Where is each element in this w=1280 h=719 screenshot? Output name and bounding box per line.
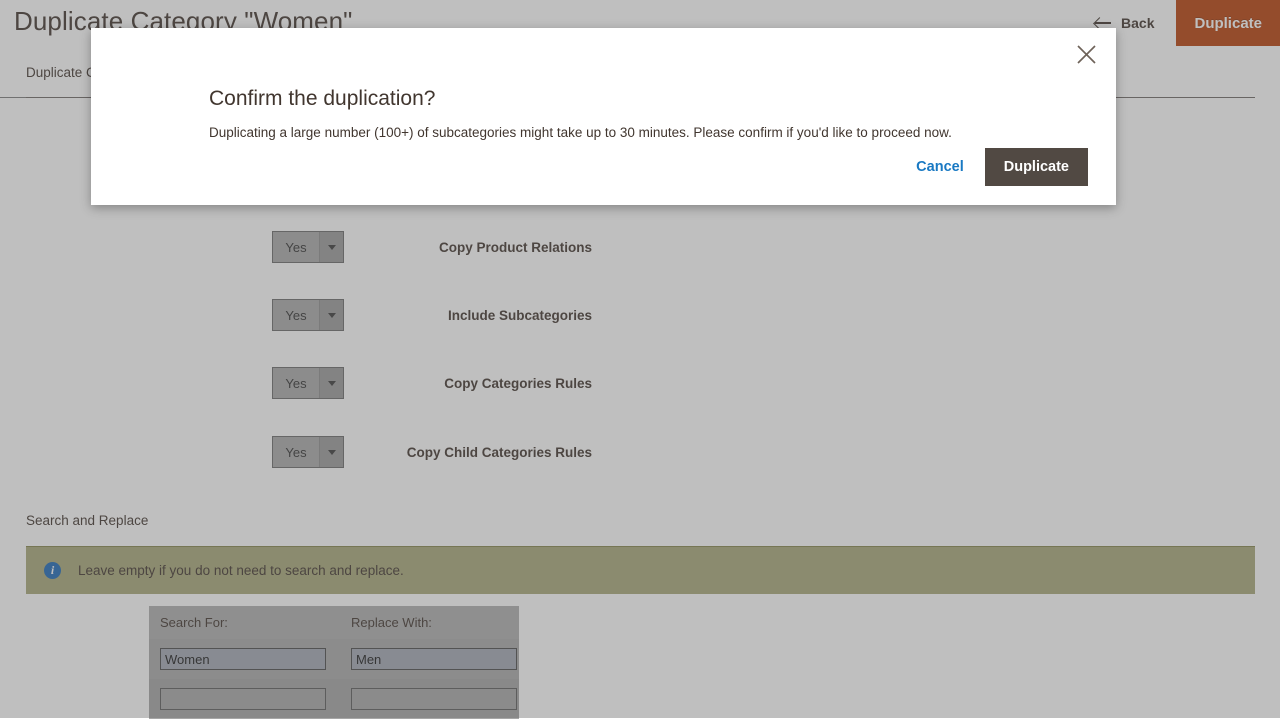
chevron-down-icon bbox=[319, 437, 343, 467]
cancel-button[interactable]: Cancel bbox=[916, 159, 964, 175]
field-control-copy-child-categories-rules: Yes bbox=[272, 436, 344, 468]
modal-title: Confirm the duplication? bbox=[209, 87, 435, 111]
chevron-down-icon bbox=[319, 368, 343, 398]
select-value-copy-product-relations: Yes bbox=[273, 232, 319, 262]
table-row bbox=[149, 679, 519, 719]
chevron-down-icon bbox=[319, 232, 343, 262]
search-for-input-1[interactable] bbox=[160, 648, 326, 670]
confirm-duplicate-button[interactable]: Duplicate bbox=[985, 148, 1088, 186]
column-header-replace-with: Replace With: bbox=[341, 615, 519, 630]
field-row-include-subcategories: Include Subcategories Yes bbox=[0, 299, 592, 331]
field-row-copy-product-relations: Copy Product Relations Yes bbox=[0, 231, 592, 263]
duplicate-button[interactable]: Duplicate bbox=[1176, 0, 1280, 46]
select-value-copy-categories-rules: Yes bbox=[273, 368, 319, 398]
tab-duplicate-category[interactable]: Duplicate C bbox=[26, 65, 96, 80]
field-control-copy-product-relations: Yes bbox=[272, 231, 344, 263]
header-actions: Back Duplicate bbox=[1095, 0, 1280, 46]
search-and-replace-title: Search and Replace bbox=[26, 513, 148, 528]
select-value-include-subcategories: Yes bbox=[273, 300, 319, 330]
search-replace-notice: i Leave empty if you do not need to sear… bbox=[26, 546, 1255, 594]
select-include-subcategories[interactable]: Yes bbox=[272, 299, 344, 331]
chevron-down-icon bbox=[319, 300, 343, 330]
select-copy-child-categories-rules[interactable]: Yes bbox=[272, 436, 344, 468]
back-button-label: Back bbox=[1121, 15, 1154, 31]
search-for-input-2[interactable] bbox=[160, 688, 326, 710]
select-copy-categories-rules[interactable]: Yes bbox=[272, 367, 344, 399]
cell-search-for bbox=[149, 648, 341, 670]
info-icon: i bbox=[44, 562, 61, 579]
cell-search-for bbox=[149, 688, 341, 710]
select-copy-product-relations[interactable]: Yes bbox=[272, 231, 344, 263]
search-replace-table-header: Search For: Replace With: bbox=[149, 606, 519, 639]
column-header-search-for: Search For: bbox=[149, 615, 341, 630]
confirm-duplication-modal: Confirm the duplication? Duplicating a l… bbox=[91, 28, 1116, 205]
field-row-copy-child-categories-rules: Copy Child Categories Rules Yes bbox=[0, 436, 592, 468]
field-control-copy-categories-rules: Yes bbox=[272, 367, 344, 399]
field-row-copy-categories-rules: Copy Categories Rules Yes bbox=[0, 367, 592, 399]
select-value-copy-child-categories-rules: Yes bbox=[273, 437, 319, 467]
search-replace-table: Search For: Replace With: bbox=[149, 606, 519, 719]
cell-replace-with bbox=[341, 648, 519, 670]
modal-message: Duplicating a large number (100+) of sub… bbox=[209, 125, 952, 140]
cell-replace-with bbox=[341, 688, 519, 710]
search-replace-notice-text: Leave empty if you do not need to search… bbox=[78, 563, 404, 578]
replace-with-input-2[interactable] bbox=[351, 688, 517, 710]
modal-footer: Cancel Duplicate bbox=[916, 148, 1088, 186]
replace-with-input-1[interactable] bbox=[351, 648, 517, 670]
table-row bbox=[149, 639, 519, 679]
field-control-include-subcategories: Yes bbox=[272, 299, 344, 331]
close-icon[interactable] bbox=[1068, 36, 1104, 72]
